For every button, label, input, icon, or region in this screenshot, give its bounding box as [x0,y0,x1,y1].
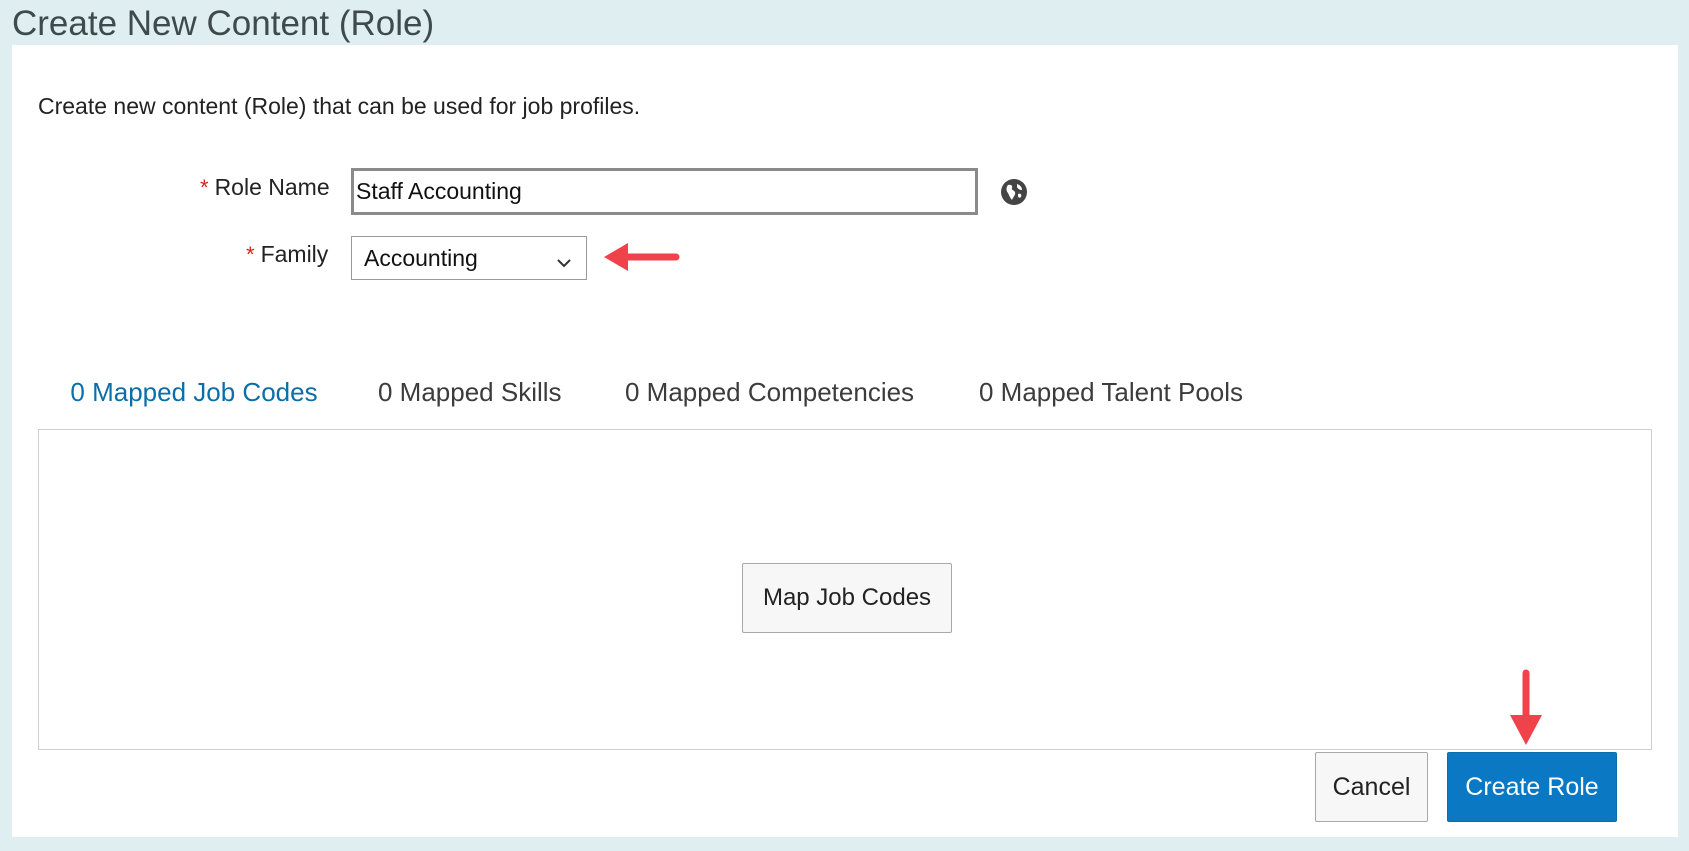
create-role-button[interactable]: Create Role [1447,752,1617,822]
tab-mapped-skills[interactable]: 0 Mapped Skills [376,365,564,435]
dialog-panel: Create new content (Role) that can be us… [12,45,1678,837]
family-label: * Family [246,241,328,268]
tab-bar: 0 Mapped Job Codes 0 Mapped Skills 0 Map… [12,365,1678,435]
red-arrow-icon [1506,669,1546,754]
family-label-text: Family [260,241,329,267]
role-name-input[interactable] [351,168,978,215]
family-select[interactable]: Accounting [351,236,587,280]
required-marker: * [200,175,209,200]
role-name-label-text: Role Name [214,174,330,200]
tab-panel: Map Job Codes [38,429,1652,750]
tab-mapped-job-codes[interactable]: 0 Mapped Job Codes [66,365,322,435]
cancel-button[interactable]: Cancel [1315,752,1428,822]
family-selected-value: Accounting [364,245,478,271]
chevron-down-icon [556,250,572,268]
globe-icon[interactable] [1000,178,1028,206]
map-job-codes-button[interactable]: Map Job Codes [742,563,952,633]
required-marker: * [246,242,255,267]
intro-text: Create new content (Role) that can be us… [38,93,641,119]
dialog-title: Create New Content (Role) [12,4,435,43]
tab-mapped-talent-pools[interactable]: 0 Mapped Talent Pools [977,365,1245,435]
role-name-label: * Role Name [200,174,330,201]
red-arrow-icon [602,237,682,282]
tab-mapped-competencies[interactable]: 0 Mapped Competencies [623,365,916,435]
